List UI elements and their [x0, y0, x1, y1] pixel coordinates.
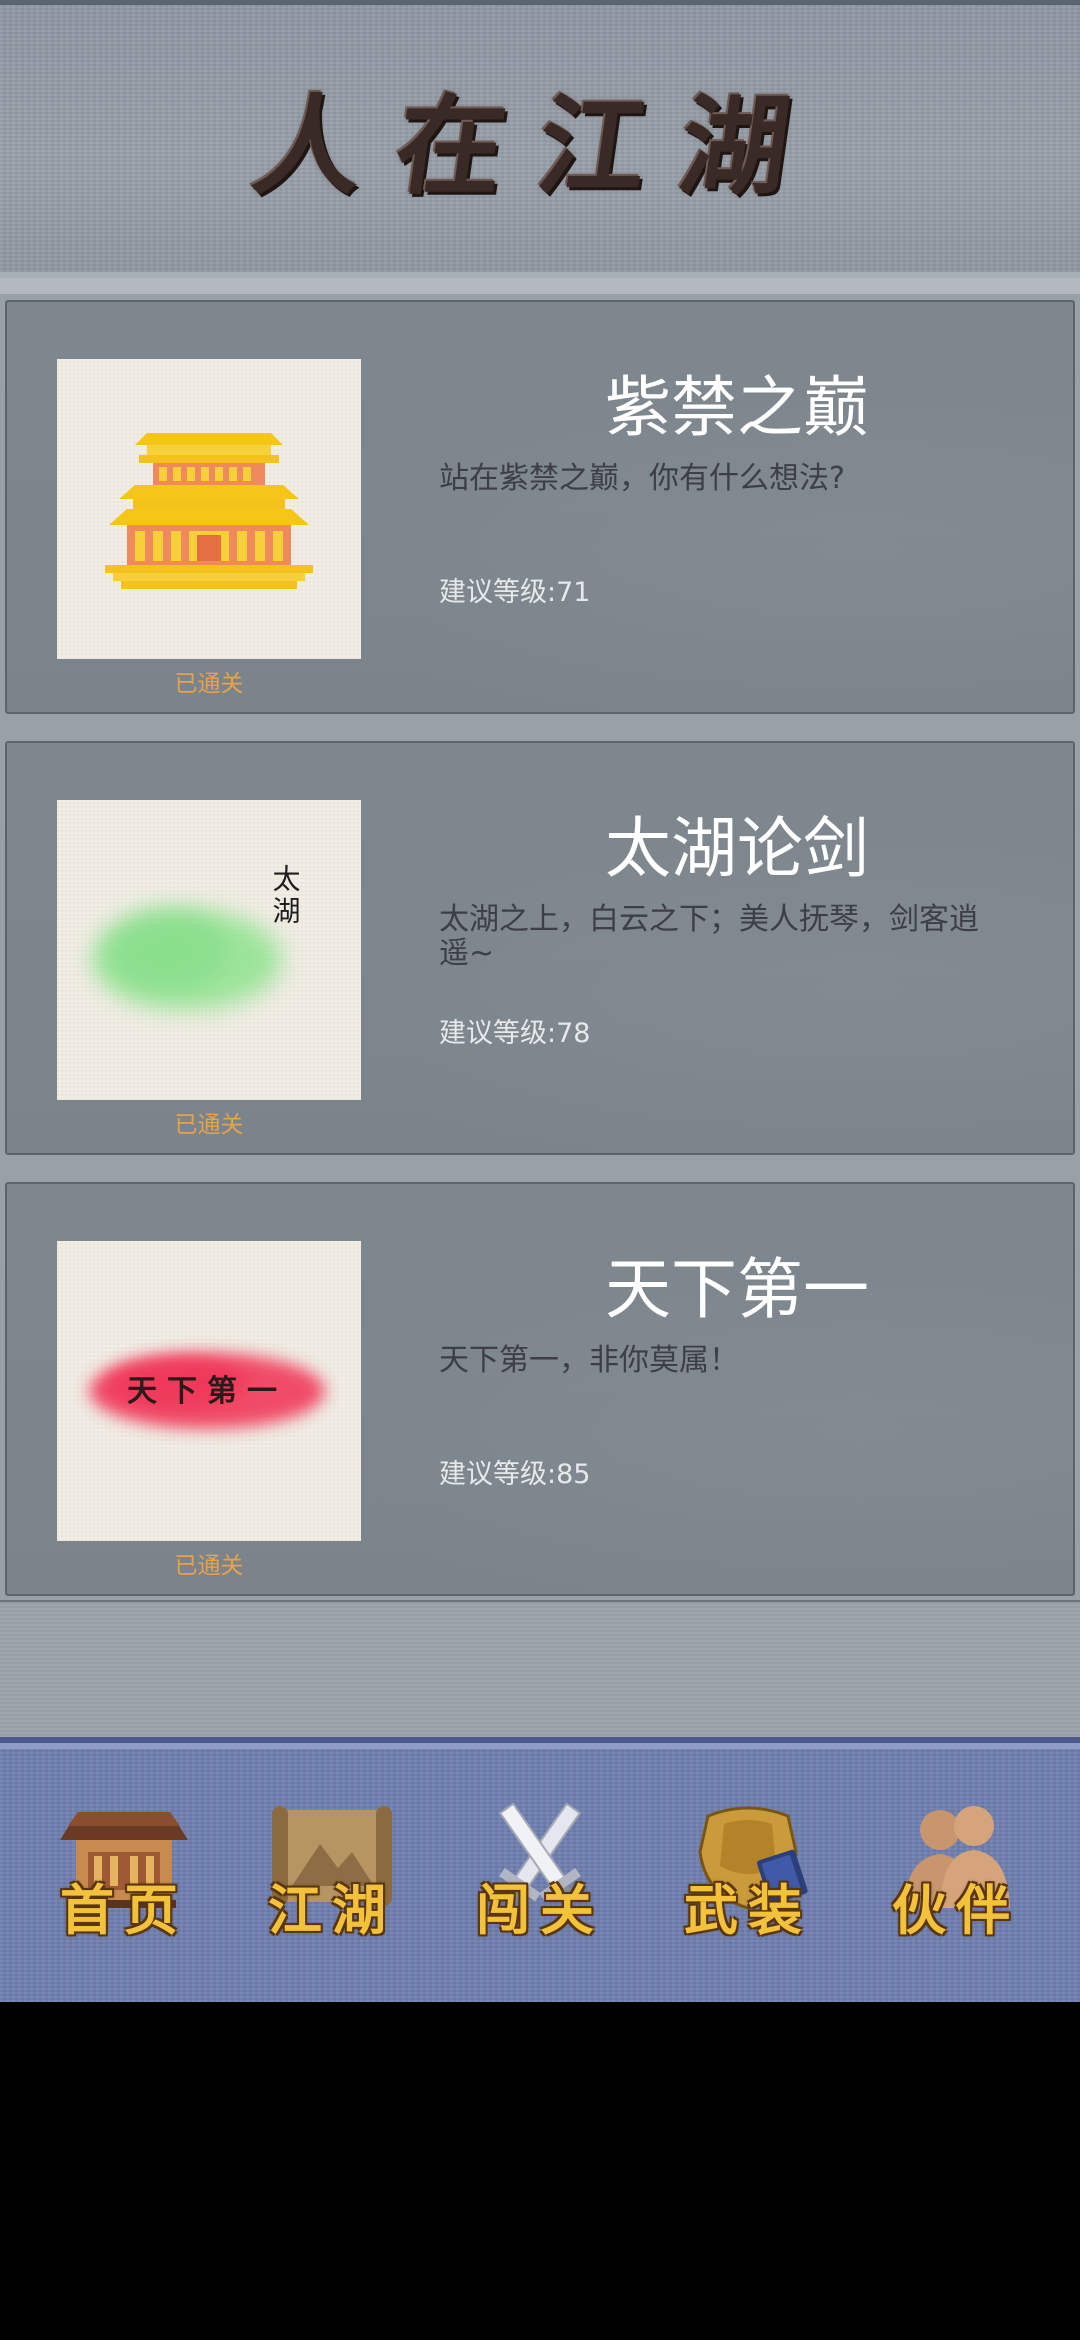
lake-ink-icon: 太湖 [92, 864, 302, 1010]
nav-huoban[interactable]: 伙伴 [876, 1788, 1036, 1958]
nav-jianghu[interactable]: 江湖 [252, 1788, 412, 1958]
nav-label: 伙伴 [892, 1877, 1020, 1942]
level-card-tianxia[interactable]: 天下第一 已通关 天下第一 天下第一，非你莫属！ 建议等级:85 [5, 1182, 1075, 1596]
nav-label: 首页 [60, 1877, 188, 1942]
level-name: 太湖论剑 [605, 810, 869, 887]
nav-label: 闯关 [476, 1877, 604, 1942]
level-status: 已通关 [174, 671, 244, 697]
nav-chuangguan[interactable]: 闯关 [460, 1788, 620, 1958]
thumb-text-tianxia: 天下第一 [127, 1374, 287, 1409]
red-ink-icon: 天下第一 [89, 1353, 325, 1429]
level-thumbnail [57, 359, 361, 659]
nav-label: 武装 [684, 1877, 812, 1942]
level-thumbnail: 太湖 [57, 800, 361, 1100]
bottom-nav: 首页 江湖 闯关 武装 伙伴 [0, 1737, 1080, 2002]
level-status: 已通关 [174, 1553, 244, 1579]
palace-icon [105, 433, 313, 589]
thumb-text-taihu: 太湖 [269, 864, 302, 928]
level-recommended-level: 建议等级:71 [439, 577, 591, 608]
level-recommended-level: 建议等级:85 [439, 1459, 591, 1490]
header-divider [0, 278, 1080, 294]
header: 人在江湖 [0, 0, 1080, 278]
nav-home[interactable]: 首页 [44, 1788, 204, 1958]
nav-wuzhuang[interactable]: 武装 [668, 1788, 828, 1958]
level-recommended-level: 建议等级:78 [439, 1018, 591, 1049]
app-root: 人在江湖 已通关 紫禁之巅 站在紫禁之巅，你有什么想法? 建议等级:71 太湖 … [0, 0, 1080, 2340]
nav-label: 江湖 [268, 1877, 396, 1942]
level-status: 已通关 [174, 1112, 244, 1138]
level-thumbnail: 天下第一 [57, 1241, 361, 1541]
level-card-taihu[interactable]: 太湖 已通关 太湖论剑 太湖之上，白云之下；美人抚琴，剑客逍遥~ 建议等级:78 [5, 741, 1075, 1155]
level-description: 站在紫禁之巅，你有什么想法? [439, 461, 845, 496]
level-card-zijin[interactable]: 已通关 紫禁之巅 站在紫禁之巅，你有什么想法? 建议等级:71 [5, 300, 1075, 714]
list-footer-area [0, 1600, 1080, 1740]
page-title: 人在江湖 [245, 84, 832, 210]
level-name: 紫禁之巅 [605, 369, 869, 446]
level-description: 太湖之上，白云之下；美人抚琴，剑客逍遥~ [439, 902, 979, 971]
game-screen: 人在江湖 已通关 紫禁之巅 站在紫禁之巅，你有什么想法? 建议等级:71 太湖 … [0, 0, 1080, 2002]
level-description: 天下第一，非你莫属！ [439, 1343, 739, 1378]
level-name: 天下第一 [605, 1251, 869, 1328]
